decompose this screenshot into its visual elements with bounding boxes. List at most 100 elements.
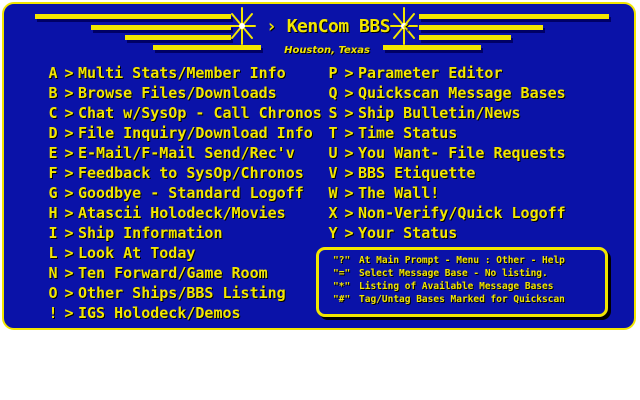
help-text: Select Message Base - No listing. bbox=[359, 268, 548, 279]
menu-arrow-icon: > bbox=[344, 124, 354, 142]
menu-arrow-icon: > bbox=[344, 64, 354, 82]
menu-item-left-7[interactable]: H > Atascii Holodeck/Movies bbox=[46, 203, 322, 223]
menu-item-label: Your Status bbox=[358, 224, 458, 242]
menu-item-label: BBS Etiquette bbox=[358, 164, 476, 182]
menu-item-left-3[interactable]: D > File Inquiry/Download Info bbox=[46, 123, 322, 143]
menu-item-right-6[interactable]: W > The Wall! bbox=[326, 183, 566, 203]
menu-item-label: Parameter Editor bbox=[358, 64, 503, 82]
menu-item-label: Ship Bulletin/News bbox=[358, 104, 521, 122]
menu-item-label: Other Ships/BBS Listing bbox=[78, 284, 286, 302]
menu-item-left-1[interactable]: B > Browse Files/Downloads bbox=[46, 83, 322, 103]
menu-arrow-icon: > bbox=[344, 224, 354, 242]
menu-arrow-icon: > bbox=[64, 264, 74, 282]
stripe-decoration bbox=[419, 25, 543, 30]
menu-arrow-icon: > bbox=[64, 144, 74, 162]
menu-item-left-4[interactable]: E > E-Mail/F-Mail Send/Rec'v bbox=[46, 143, 322, 163]
stripe-decoration bbox=[35, 14, 231, 19]
bbs-screen: › KenCom BBS ‹ Houston, Texas A>Multi St… bbox=[2, 2, 636, 330]
sparkle-star-icon bbox=[228, 7, 256, 45]
menu-item-key: ! bbox=[48, 304, 58, 322]
help-line: "=" Select Message Base - No listing. bbox=[333, 267, 605, 280]
menu-item-key: V bbox=[328, 164, 338, 182]
help-key: "*" bbox=[333, 281, 351, 292]
menu-item-key: X bbox=[328, 204, 338, 222]
menu-item-key: N bbox=[48, 264, 58, 282]
help-line: "*" Listing of Available Message Bases bbox=[333, 280, 605, 293]
menu-item-label: Ship Information bbox=[78, 224, 223, 242]
menu-item-label: File Inquiry/Download Info bbox=[78, 124, 313, 142]
menu-item-key: T bbox=[328, 124, 338, 142]
menu-item-right-8[interactable]: Y > Your Status bbox=[326, 223, 566, 243]
menu-item-left-5[interactable]: F > Feedback to SysOp/Chronos bbox=[46, 163, 322, 183]
menu-item-key: H bbox=[48, 204, 58, 222]
menu-item-label: Look At Today bbox=[78, 244, 196, 262]
menu-item-label: Ten Forward/Game Room bbox=[78, 264, 268, 282]
menu-arrow-icon: > bbox=[64, 124, 74, 142]
help-key: "#" bbox=[333, 294, 351, 305]
menu-item-key: S bbox=[328, 104, 338, 122]
menu-item-left-8[interactable]: I > Ship Information bbox=[46, 223, 322, 243]
menu-item-key: U bbox=[328, 144, 338, 162]
menu-item-right-3[interactable]: T > Time Status bbox=[326, 123, 566, 143]
menu-item-label: Chat w/SysOp - Call Chronos bbox=[78, 104, 322, 122]
menu-arrow-icon: > bbox=[344, 204, 354, 222]
menu-item-key: O bbox=[48, 284, 58, 302]
help-key: "=" bbox=[333, 268, 351, 279]
menu-arrow-icon: > bbox=[64, 224, 74, 242]
menu-item-label: Quickscan Message Bases bbox=[358, 84, 566, 102]
menu-item-key: G bbox=[48, 184, 58, 202]
help-text: Tag/Untag Bases Marked for Quickscan bbox=[359, 294, 565, 305]
menu-item-label: Browse Files/Downloads bbox=[78, 84, 277, 102]
menu-item-left-12[interactable]: ! > IGS Holodeck/Demos bbox=[46, 303, 322, 323]
menu-arrow-icon: > bbox=[64, 204, 74, 222]
menu-arrow-icon: > bbox=[64, 184, 74, 202]
menu-arrow-icon: > bbox=[64, 304, 74, 322]
menu-item-left-6[interactable]: G > Goodbye - Standard Logoff bbox=[46, 183, 322, 203]
menu-item-label: Goodbye - Standard Logoff bbox=[78, 184, 304, 202]
menu-item-left-0[interactable]: A > Multi Stats/Member Info bbox=[46, 63, 322, 83]
help-key: "?" bbox=[333, 255, 351, 266]
help-text: At Main Prompt - Menu : Other - Help bbox=[359, 255, 565, 266]
menu-right-column: P > Parameter Editor Q > Quickscan Message Ba… bbox=[326, 63, 566, 243]
menu-arrow-icon: > bbox=[344, 84, 354, 102]
page-title: › KenCom BBS ‹ bbox=[266, 16, 411, 37]
menu-item-key: L bbox=[48, 244, 58, 262]
menu-item-left-9[interactable]: L > Look At Today bbox=[46, 243, 322, 263]
menu-arrow-icon: > bbox=[64, 84, 74, 102]
menu-item-label: Multi Stats/Member Info bbox=[78, 64, 286, 82]
menu-arrow-icon: > bbox=[64, 104, 74, 122]
menu-item-key: Y bbox=[328, 224, 338, 242]
help-line: "#" Tag/Untag Bases Marked for Quickscan bbox=[333, 293, 605, 306]
stripe-decoration bbox=[419, 35, 511, 40]
menu-item-label: E-Mail/F-Mail Send/Rec'v bbox=[78, 144, 295, 162]
menu-arrow-icon: > bbox=[64, 64, 74, 82]
menu-left-column: A > Multi Stats/Member Info B > Browse Files/… bbox=[46, 63, 322, 323]
menu-arrow-icon: > bbox=[64, 284, 74, 302]
menu-item-key: A bbox=[48, 64, 58, 82]
menu-item-label: You Want- File Requests bbox=[358, 144, 566, 162]
menu-item-right-4[interactable]: U > You Want- File Requests bbox=[326, 143, 566, 163]
menu-item-right-2[interactable]: S > Ship Bulletin/News bbox=[326, 103, 566, 123]
menu-item-right-5[interactable]: V > BBS Etiquette bbox=[326, 163, 566, 183]
menu-arrow-icon: > bbox=[64, 164, 74, 182]
menu-arrow-icon: > bbox=[344, 164, 354, 182]
menu-item-right-7[interactable]: X > Non-Verify/Quick Logoff bbox=[326, 203, 566, 223]
stripe-decoration bbox=[419, 14, 609, 19]
menu-arrow-icon: > bbox=[344, 184, 354, 202]
help-line: "?" At Main Prompt - Menu : Other - Help bbox=[333, 254, 605, 267]
menu-arrow-icon: > bbox=[64, 244, 74, 262]
menu-item-right-0[interactable]: P > Parameter Editor bbox=[326, 63, 566, 83]
menu-item-key: Q bbox=[328, 84, 338, 102]
menu-item-label: Non-Verify/Quick Logoff bbox=[358, 204, 566, 222]
menu-item-left-11[interactable]: O > Other Ships/BBS Listing bbox=[46, 283, 322, 303]
menu-item-right-1[interactable]: Q > Quickscan Message Bases bbox=[326, 83, 566, 103]
menu-item-key: F bbox=[48, 164, 58, 182]
menu-item-left-10[interactable]: N > Ten Forward/Game Room bbox=[46, 263, 322, 283]
menu-item-key: W bbox=[328, 184, 338, 202]
menu-item-key: C bbox=[48, 104, 58, 122]
menu-item-key: D bbox=[48, 124, 58, 142]
menu-item-label: The Wall! bbox=[358, 184, 440, 202]
stripe-decoration bbox=[125, 35, 231, 40]
stripe-decoration bbox=[91, 25, 231, 30]
menu-item-left-2[interactable]: C > Chat w/SysOp - Call Chronos bbox=[46, 103, 322, 123]
